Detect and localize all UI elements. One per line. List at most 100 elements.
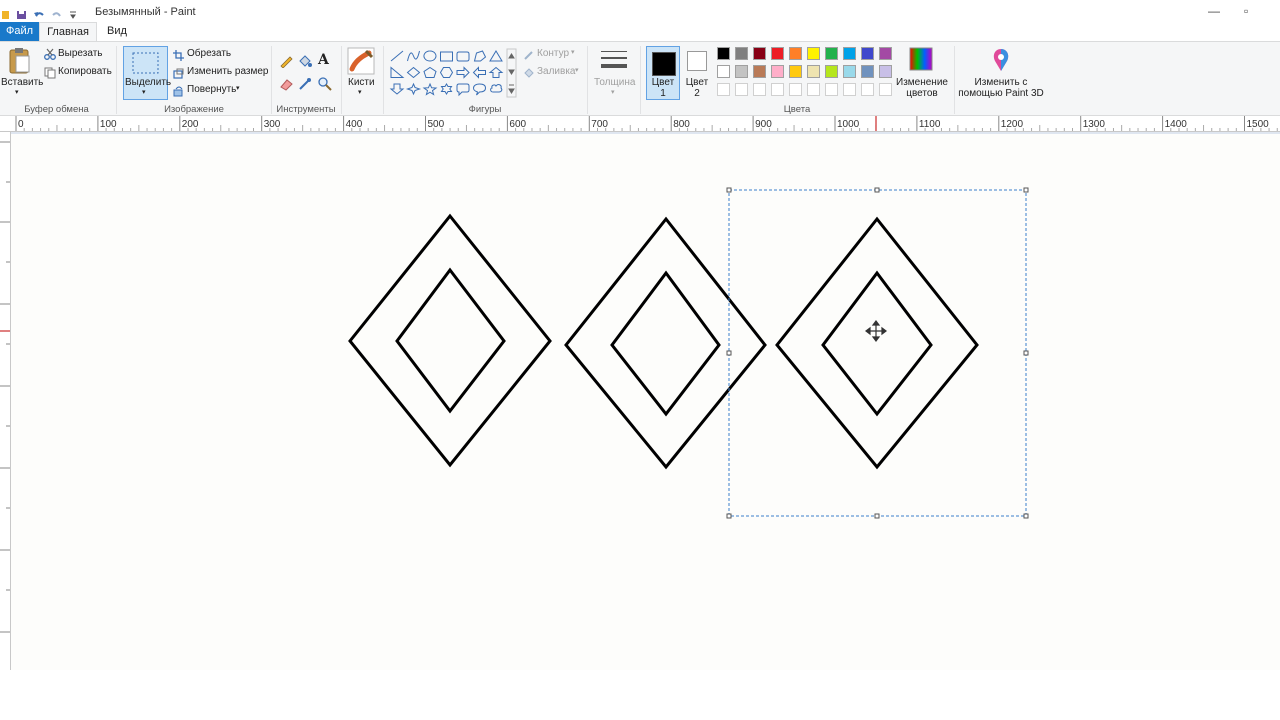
size-icon[interactable] (600, 48, 628, 77)
outline-dropdown-icon[interactable]: ▾ (571, 48, 575, 56)
rounded-callout-shape-icon[interactable] (456, 83, 470, 97)
palette-swatch[interactable] (753, 65, 766, 78)
palette-empty-swatch[interactable] (735, 83, 748, 96)
palette-swatch[interactable] (861, 47, 874, 60)
undo-icon[interactable] (33, 7, 45, 17)
oval-shape-icon[interactable] (423, 50, 437, 62)
palette-empty-swatch[interactable] (717, 83, 730, 96)
outline-icon[interactable] (523, 48, 535, 66)
down-arrow-shape-icon[interactable] (389, 83, 405, 95)
palette-swatch[interactable] (843, 47, 856, 60)
six-point-star-shape-icon[interactable] (440, 83, 453, 95)
paste-icon[interactable] (7, 47, 33, 80)
palette-empty-swatch[interactable] (879, 83, 892, 96)
palette-swatch[interactable] (789, 47, 802, 60)
resize-button[interactable]: Изменить размер (187, 66, 268, 77)
cloud-callout-shape-icon[interactable] (490, 84, 503, 93)
tab-home[interactable]: Главная (39, 22, 97, 41)
rectangle-shape-icon[interactable] (440, 51, 453, 62)
palette-empty-swatch[interactable] (753, 83, 766, 96)
minimize-button[interactable]: — (1208, 4, 1220, 18)
fill-icon[interactable] (523, 66, 535, 84)
edit-colors-icon[interactable] (909, 47, 933, 76)
paste-dropdown-icon[interactable]: ▾ (15, 88, 19, 96)
right-triangle-shape-icon[interactable] (390, 66, 405, 78)
save-icon[interactable] (16, 7, 27, 19)
fill-button[interactable]: Заливка (537, 66, 576, 77)
edit-colors-line1[interactable]: Изменение (893, 77, 951, 88)
palette-swatch[interactable] (717, 47, 730, 60)
rounded-rectangle-shape-icon[interactable] (456, 51, 470, 62)
rotate-icon[interactable] (173, 84, 184, 102)
palette-empty-swatch[interactable] (789, 83, 802, 96)
paint3d-line1[interactable]: Изменить с (955, 77, 1047, 88)
diamond-shape-icon[interactable] (406, 66, 421, 79)
color2-label-line1[interactable]: Цвет (681, 77, 713, 88)
palette-empty-swatch[interactable] (825, 83, 838, 96)
shapes-gallery[interactable] (388, 48, 518, 103)
color2-label-line2[interactable]: 2 (681, 88, 713, 99)
palette-swatch[interactable] (771, 47, 784, 60)
curve-shape-icon[interactable] (407, 50, 420, 62)
tab-view[interactable]: Вид (100, 22, 134, 41)
four-point-star-shape-icon[interactable] (405, 82, 422, 96)
cut-icon[interactable] (44, 47, 56, 65)
line-shape-icon[interactable] (390, 50, 404, 62)
crop-icon[interactable] (173, 48, 184, 66)
palette-swatch[interactable] (735, 47, 748, 60)
pentagon-shape-icon[interactable] (423, 66, 437, 78)
fill-bucket-icon[interactable] (298, 54, 312, 73)
qat-dropdown-icon[interactable] (69, 7, 77, 19)
palette-swatch[interactable] (807, 65, 820, 78)
select-dropdown-icon[interactable]: ▾ (142, 88, 146, 96)
palette-empty-swatch[interactable] (771, 83, 784, 96)
palette-swatch[interactable] (789, 65, 802, 78)
copy-button[interactable]: Копировать (58, 66, 112, 77)
color2-swatch[interactable] (687, 51, 707, 71)
fill-dropdown-icon[interactable]: ▾ (575, 66, 579, 74)
size-dropdown-icon[interactable]: ▾ (611, 88, 615, 96)
paint3d-icon[interactable] (989, 47, 1013, 78)
polygon-shape-icon[interactable] (473, 50, 487, 62)
text-tool-icon[interactable]: A (318, 52, 329, 68)
magnifier-icon[interactable] (318, 77, 332, 96)
paste-button[interactable]: Вставить (1, 77, 43, 88)
size-button[interactable]: Толщина (594, 77, 635, 88)
drawing-canvas[interactable] (11, 134, 1280, 670)
palette-empty-swatch[interactable] (861, 83, 874, 96)
palette-swatch[interactable] (825, 65, 838, 78)
tab-file[interactable]: Файл (0, 22, 39, 41)
palette-swatch[interactable] (825, 47, 838, 60)
resize-icon[interactable] (173, 66, 184, 84)
edit-colors-line2[interactable]: цветов (893, 88, 951, 99)
redo-icon[interactable] (51, 7, 63, 17)
brushes-dropdown-icon[interactable]: ▾ (358, 88, 362, 96)
five-point-star-shape-icon[interactable] (422, 82, 438, 96)
palette-swatch[interactable] (735, 65, 748, 78)
brushes-icon[interactable] (347, 47, 375, 80)
restore-button[interactable]: ▫ (1244, 4, 1248, 18)
pencil-icon[interactable] (279, 54, 293, 73)
right-arrow-shape-icon[interactable] (456, 66, 470, 79)
color-picker-icon[interactable] (298, 77, 312, 96)
hexagon-shape-icon[interactable] (439, 67, 454, 78)
outline-button[interactable]: Контур (537, 48, 569, 59)
palette-empty-swatch[interactable] (843, 83, 856, 96)
palette-swatch[interactable] (843, 65, 856, 78)
triangle-shape-icon[interactable] (489, 50, 503, 62)
palette-empty-swatch[interactable] (807, 83, 820, 96)
palette-swatch[interactable] (771, 65, 784, 78)
color1-button[interactable]: Цвет 1 (646, 46, 680, 100)
paint3d-line2[interactable]: помощью Paint 3D (955, 88, 1047, 99)
palette-swatch[interactable] (717, 65, 730, 78)
palette-swatch[interactable] (807, 47, 820, 60)
cut-button[interactable]: Вырезать (58, 48, 102, 59)
rotate-dropdown-icon[interactable]: ▾ (236, 84, 240, 92)
crop-button[interactable]: Обрезать (187, 48, 231, 59)
palette-swatch[interactable] (753, 47, 766, 60)
brushes-button[interactable]: Кисти (348, 77, 375, 88)
rotate-button[interactable]: Повернуть (187, 84, 236, 95)
left-arrow-shape-icon[interactable] (472, 66, 486, 79)
palette-swatch[interactable] (861, 65, 874, 78)
palette-swatch[interactable] (879, 47, 892, 60)
